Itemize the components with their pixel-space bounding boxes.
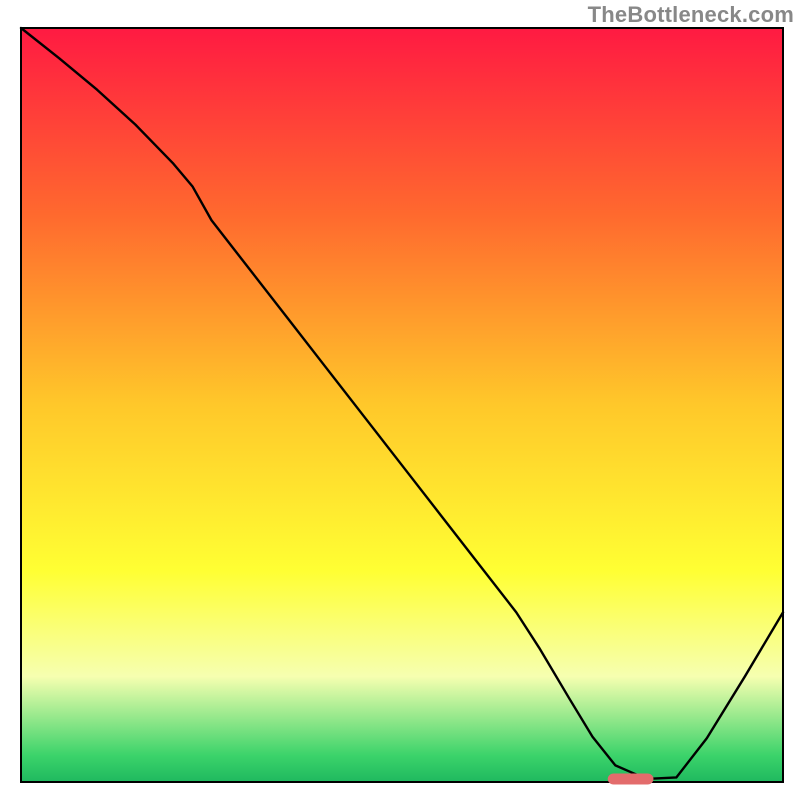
- chart-canvas: [0, 0, 800, 800]
- optimal-marker: [608, 773, 654, 784]
- bottleneck-chart: TheBottleneck.com: [0, 0, 800, 800]
- watermark-label: TheBottleneck.com: [588, 2, 794, 28]
- plot-background: [21, 28, 783, 782]
